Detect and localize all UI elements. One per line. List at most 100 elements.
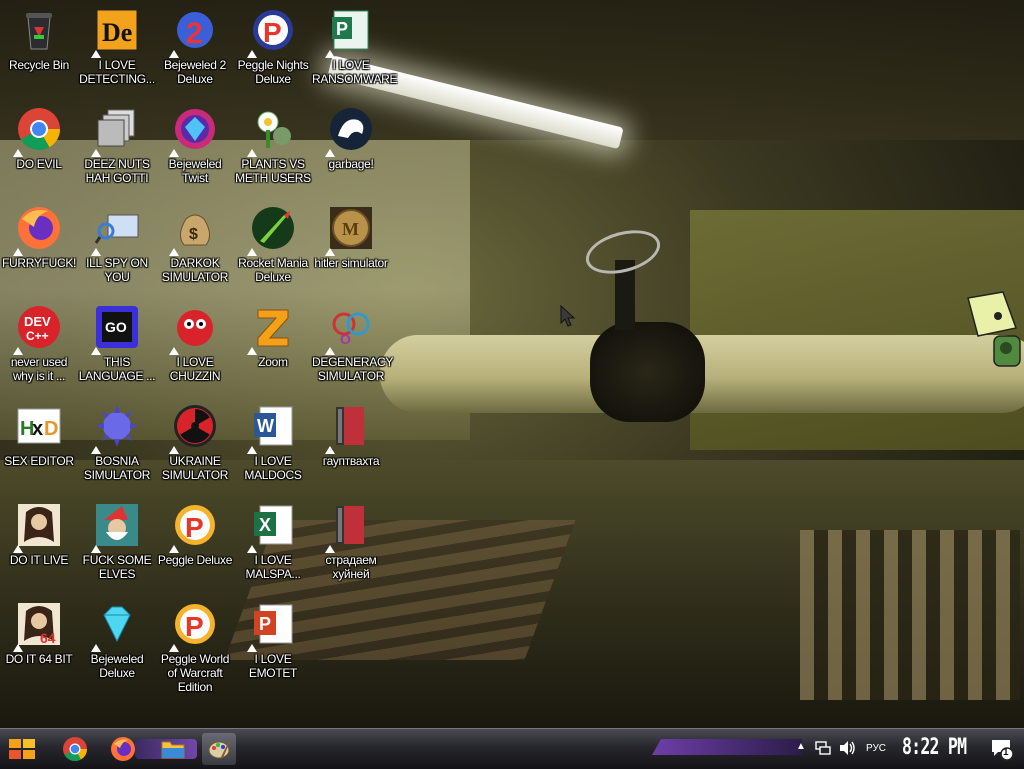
desktop-icon[interactable]: $ DARKOK SIMULATOR: [156, 204, 234, 284]
desktop-icon-label: DO IT 64 BIT: [5, 652, 73, 666]
desktop-icon-label: never used why is it ...: [10, 355, 68, 383]
publisher-icon: P: [332, 10, 369, 50]
tray-expand-icon[interactable]: ▲: [796, 741, 806, 752]
desktop-icon[interactable]: BOSNIA SIMULATOR: [78, 402, 156, 482]
desktop-icon[interactable]: De I LOVE DETECTING...: [78, 6, 156, 86]
shortcut-arrow-icon: [91, 446, 101, 454]
desktop-icon[interactable]: P I LOVE RANSOMWARE: [312, 6, 398, 86]
desktop-icon[interactable]: гауптвахта: [312, 402, 390, 468]
desktop-icon-label: garbage!: [328, 157, 374, 171]
desktop-icon[interactable]: страдаем хуйней: [312, 501, 390, 581]
desktop-icon-label: Bejeweled 2 Deluxe: [163, 58, 227, 86]
bejeweled-twist-icon: [175, 109, 215, 149]
desktop-icon[interactable]: W I LOVE MALDOCS: [234, 402, 312, 482]
shortcut-arrow-icon: [247, 545, 257, 553]
svg-text:x: x: [32, 418, 43, 440]
desktop-icon[interactable]: Zoom: [234, 303, 312, 369]
volume-icon[interactable]: [838, 739, 856, 757]
desktop-icon[interactable]: Rocket Mania Deluxe: [234, 204, 312, 284]
clock[interactable]: 8:22 PM: [902, 735, 967, 760]
desktop-icon-image: [15, 6, 63, 54]
svg-text:$: $: [189, 226, 198, 243]
desktop-icon-image: [91, 402, 141, 454]
portrait-icon: [18, 504, 60, 546]
desktop-icon-label: I LOVE RANSOMWARE: [312, 58, 398, 86]
desktop-icon[interactable]: garbage!: [312, 105, 390, 171]
desktop-icon-label: SEX EDITOR: [4, 454, 74, 468]
shortcut-arrow-icon: [13, 149, 23, 157]
svg-text:M: M: [342, 219, 359, 239]
system-tray: ▲ РУС 8:22 PM 1: [794, 729, 1024, 769]
desktop-icon[interactable]: Recycle Bin: [0, 6, 78, 72]
desktop-icon-label: PLANTS VS METH USERS: [235, 157, 311, 185]
shortcut-arrow-icon: [169, 248, 179, 256]
desktop-icon-image: P: [247, 6, 297, 58]
desktop-icon[interactable]: ILL SPY ON YOU: [78, 204, 156, 284]
svg-text:D: D: [44, 418, 58, 440]
spy-monitor-icon: [94, 214, 139, 244]
desktop-icon-image: De: [91, 6, 141, 58]
desktop-icon-label: FUCK SOME ELVES: [82, 553, 152, 581]
shortcut-arrow-icon: [91, 347, 101, 355]
desktop-icon-label: DO IT LIVE: [9, 553, 69, 567]
shortcut-arrow-icon: [169, 644, 179, 652]
desktop-icon[interactable]: 64 DO IT 64 BIT: [0, 600, 78, 666]
desktop-icon[interactable]: DEV C++ never used why is it ...: [0, 303, 78, 383]
chrome-icon: [18, 108, 61, 151]
mouse-cursor-icon: [560, 305, 576, 327]
action-center-button[interactable]: 1: [990, 737, 1014, 761]
svg-text:P: P: [185, 611, 204, 642]
desktop-icon[interactable]: GO THIS LANGUAGE ...: [78, 303, 156, 383]
degeneracy-icon: O: [332, 312, 370, 347]
notification-count: 1: [1003, 747, 1009, 758]
desktop-icon-image: M: [325, 204, 375, 256]
shortcut-arrow-icon: [169, 50, 179, 58]
spiked-ball-icon: [96, 405, 138, 447]
desktop-icon-label: Peggle World of Warcraft Edition: [160, 652, 230, 694]
network-icon[interactable]: [814, 739, 832, 757]
desktop-icon-label: гауптвахта: [322, 454, 380, 468]
desktop-icon-image: [325, 501, 375, 553]
taskbar-explorer-button[interactable]: [156, 733, 190, 765]
desktop-icon[interactable]: P Peggle Deluxe: [156, 501, 234, 567]
language-indicator[interactable]: РУС: [866, 743, 886, 754]
desktop-icon[interactable]: P Peggle World of Warcraft Edition: [156, 600, 234, 694]
desktop-icon-label: Bejeweled Twist: [168, 157, 222, 185]
desktop-icon-image: [91, 105, 141, 157]
svg-text:P: P: [259, 614, 271, 634]
desktop-icon[interactable]: DEEZ NUTS HAH GOTTI: [78, 105, 156, 185]
desktop-icon[interactable]: X I LOVE MALSPA...: [234, 501, 312, 581]
desktop-icon[interactable]: FUCK SOME ELVES: [78, 501, 156, 581]
shortcut-arrow-icon: [325, 545, 335, 553]
desktop-icon-image: X: [247, 501, 297, 553]
recycle-bin-icon: [26, 13, 52, 50]
start-button[interactable]: [4, 733, 40, 765]
desktop-icon[interactable]: FURRYFUCK!: [0, 204, 78, 270]
desktop-icon[interactable]: 2 Bejeweled 2 Deluxe: [156, 6, 234, 86]
desktop-icon-label: BOSNIA SIMULATOR: [83, 454, 151, 482]
desktop-icon[interactable]: UKRAINE SIMULATOR: [156, 402, 234, 482]
shortcut-arrow-icon: [325, 149, 335, 157]
desktop-icon[interactable]: Bejeweled Twist: [156, 105, 234, 185]
taskbar-chrome-button[interactable]: [58, 733, 92, 765]
desktop-icon[interactable]: DO IT LIVE: [0, 501, 78, 567]
taskbar-paint-button[interactable]: [202, 733, 236, 765]
peridot-widget-icon[interactable]: [958, 288, 1024, 378]
desktop-icon-label: Bejeweled Deluxe: [90, 652, 144, 680]
desktop-icon[interactable]: P Peggle Nights Deluxe: [234, 6, 312, 86]
desktop-icon[interactable]: O DEGENERACY SIMULATOR: [312, 303, 394, 383]
desktop-icon[interactable]: PLANTS VS METH USERS: [234, 105, 312, 185]
desktop-icon[interactable]: Mhitler simulator: [312, 204, 390, 270]
desktop-icon[interactable]: Bejeweled Deluxe: [78, 600, 156, 680]
desktop-icon-label: DEGENERACY SIMULATOR: [312, 355, 394, 383]
desktop-icon[interactable]: I LOVE CHUZZIN: [156, 303, 234, 383]
desktop-icon[interactable]: Hx D SEX EDITOR: [0, 402, 78, 468]
desktop-icon-image: 2: [169, 6, 219, 58]
desktop-icon-image: P: [247, 600, 297, 652]
desktop-icon[interactable]: DO EVIL: [0, 105, 78, 171]
desktop-icon[interactable]: P I LOVE EMOTET: [234, 600, 312, 680]
svg-text:O: O: [340, 331, 351, 347]
svg-text:C++: C++: [26, 329, 49, 343]
coin-icon: M: [330, 207, 372, 249]
detect-it-easy-icon: De: [96, 9, 138, 51]
